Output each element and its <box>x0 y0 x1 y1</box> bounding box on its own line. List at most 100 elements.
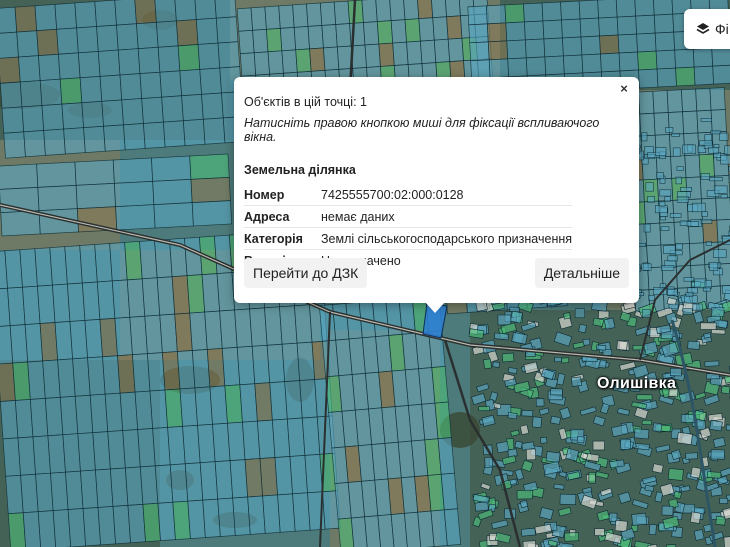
parcel <box>363 21 380 46</box>
parcel <box>81 281 101 321</box>
parcel <box>251 344 271 385</box>
parcel <box>74 1 97 29</box>
parcel <box>274 456 293 496</box>
parcel <box>52 283 71 323</box>
parcel <box>27 360 46 400</box>
village-parcel <box>689 511 702 524</box>
parcel <box>561 18 582 39</box>
village-parcel <box>699 218 713 224</box>
parcel <box>56 27 79 55</box>
parcel <box>659 221 676 246</box>
village-parcel <box>655 147 667 156</box>
parcel <box>364 43 381 68</box>
parcel <box>39 322 59 362</box>
parcel <box>299 379 318 419</box>
parcel <box>116 23 139 51</box>
village-parcel <box>519 499 529 509</box>
parcel <box>123 123 146 151</box>
parcel <box>184 236 203 277</box>
parcel <box>117 48 141 76</box>
layers-button[interactable]: Фі <box>684 9 730 49</box>
parcel <box>404 18 421 43</box>
parcel <box>162 351 181 391</box>
village-parcel <box>496 441 510 454</box>
parcel <box>215 16 239 44</box>
parcel <box>682 110 699 135</box>
parcel <box>636 32 657 53</box>
village-parcel <box>592 440 605 451</box>
parcel <box>189 311 208 351</box>
village-parcel <box>647 196 655 203</box>
parcel <box>151 155 192 182</box>
parcel <box>227 421 246 462</box>
parcel <box>580 35 601 56</box>
popup-pointer <box>425 302 445 313</box>
village-parcel <box>661 505 674 516</box>
parcel <box>157 45 181 73</box>
goto-dzk-button[interactable]: Перейти до ДЗК <box>244 258 368 288</box>
parcel <box>277 493 296 533</box>
parcel <box>167 425 186 466</box>
parcel <box>153 202 194 229</box>
parcel <box>65 470 84 510</box>
village-parcel <box>668 303 679 310</box>
parcel <box>541 1 562 22</box>
village-parcel <box>563 312 572 320</box>
parcel <box>112 157 154 184</box>
parcel <box>437 437 455 475</box>
parcel <box>209 385 228 425</box>
village-parcel <box>550 415 561 425</box>
village-parcel <box>642 309 651 318</box>
parcel <box>654 31 676 52</box>
parcel <box>206 348 226 388</box>
parcel <box>197 423 216 464</box>
parcel <box>269 381 288 421</box>
objects-count: Об'єктів в цій точці: 1 <box>244 95 367 109</box>
parcel <box>79 244 98 284</box>
village-parcel <box>722 285 730 294</box>
parcel <box>232 496 251 536</box>
parcel <box>212 422 231 463</box>
parcel <box>217 497 236 537</box>
village-parcel <box>659 201 666 207</box>
parcel <box>76 26 99 54</box>
parcel <box>103 124 126 152</box>
parcel <box>266 343 286 384</box>
parcel <box>375 0 392 22</box>
parcel <box>64 245 83 285</box>
parcel <box>655 49 676 70</box>
parcel <box>84 318 103 359</box>
parcel <box>544 55 565 76</box>
parcel <box>2 437 21 477</box>
close-icon[interactable]: × <box>617 82 631 96</box>
parcel <box>16 30 39 58</box>
parcel <box>127 503 146 544</box>
village-parcel <box>644 484 655 492</box>
parcel <box>504 3 525 24</box>
village-parcel <box>720 155 730 165</box>
parcel <box>672 199 689 223</box>
parcel <box>309 47 326 72</box>
parcel <box>74 159 115 186</box>
parcel <box>598 16 619 37</box>
village-parcel <box>700 322 717 330</box>
village-parcel <box>715 515 726 526</box>
parcel <box>444 0 461 18</box>
parcel <box>121 98 144 126</box>
parcel <box>175 19 199 47</box>
table-row: Категорія Землі сільськогосподарського п… <box>244 227 573 250</box>
parcel <box>32 435 51 475</box>
parcel <box>126 278 146 318</box>
parcel <box>102 355 121 395</box>
parcel <box>684 154 701 179</box>
place-label: Олишівка <box>597 375 677 392</box>
village-parcel <box>570 376 582 387</box>
village-parcel <box>669 213 682 218</box>
parcel <box>189 153 230 180</box>
details-button[interactable]: Детальніше <box>534 258 629 288</box>
parcel <box>292 3 309 28</box>
parcel <box>39 78 63 106</box>
parcel <box>159 70 182 98</box>
parcel <box>234 308 253 348</box>
parcel <box>523 2 544 23</box>
